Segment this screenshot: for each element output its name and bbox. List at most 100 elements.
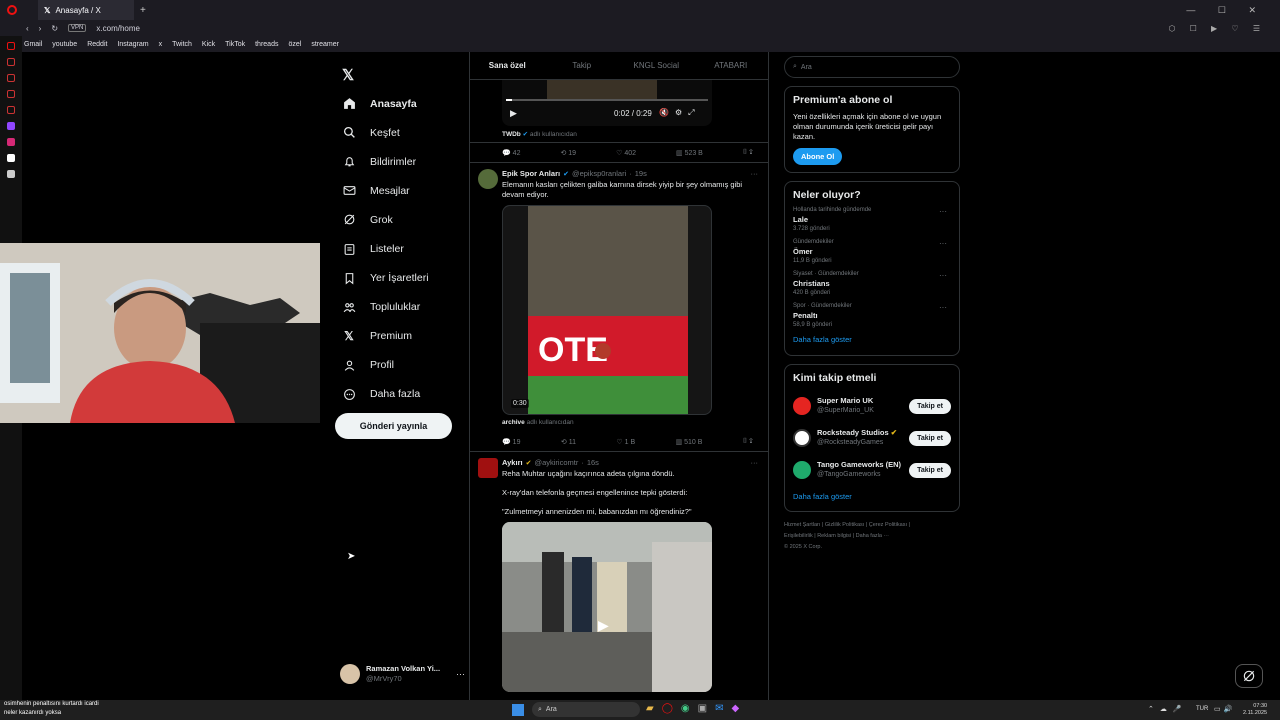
reply-button[interactable]: 💬 19 [502,438,520,446]
sidebar-messenger-icon[interactable] [7,58,15,66]
subscribe-button[interactable]: Abone Ol [793,148,843,165]
account-switcher[interactable]: Ramazan Volkan Yi... @MrVry70 ··· [340,662,465,686]
nav-item-grok[interactable]: Grok [336,205,466,234]
like-button[interactable]: ♡ 1 B [616,438,635,446]
more-icon[interactable]: ··· [751,458,759,467]
post-time[interactable]: 19s [635,169,647,178]
nav-item-profile[interactable]: Profil [336,351,466,380]
url-field[interactable]: x.com/home [96,24,140,33]
vpn-badge[interactable]: VPN [68,24,87,32]
nav-item-notifications[interactable]: Bildirimler [336,147,466,176]
window-controls[interactable]: — ☐ ✕ [1186,5,1266,16]
bookmark-folder-ozel[interactable]: özel [288,41,301,48]
tab-atabari[interactable]: ATABARI [694,61,769,70]
tray-icons[interactable]: ⌃☁🎤 [1148,705,1188,713]
bookmark-twitch[interactable]: Twitch [172,41,192,48]
bookmark-threads[interactable]: threads [255,41,278,48]
sidebar-x-icon[interactable] [7,170,15,178]
trend-item[interactable]: Gündemdekiler Ömer 11,9 B gönderi ··· [793,239,951,264]
nav-item-premium[interactable]: 𝕏 Premium [336,322,466,351]
nav-item-communities[interactable]: Topluluklar [336,293,466,322]
more-icon[interactable]: ··· [939,207,947,216]
bookmark-folder-streamer[interactable]: streamer [311,41,339,48]
bookmark-kick[interactable]: Kick [202,41,215,48]
repost-button[interactable]: ⟲ 11 [561,438,576,446]
new-tab-icon[interactable]: + [140,5,146,16]
taskbar-search[interactable]: ⌕ Ara [532,702,640,717]
x-logo-icon[interactable]: 𝕏 [336,60,466,89]
bookmark-x[interactable]: x [159,41,163,48]
trend-item[interactable]: Spor · Gündemdekiler Penaltı 58,9 B gönder… [793,303,951,328]
input-language[interactable]: TUR [1196,706,1208,712]
post-button[interactable]: Gönderi yayınla [335,413,452,439]
sidebar-telegram-icon[interactable] [7,90,15,98]
tab-for-you[interactable]: Sana özel [470,61,545,70]
post-video[interactable]: ▶ [502,522,712,692]
avatar[interactable] [478,458,498,478]
reply-button[interactable]: 💬 42 [502,149,520,157]
extensions-icons[interactable]: ⬡ ☐ ▶ ♡ ☰ [1168,24,1266,33]
more-icon[interactable]: ··· [939,271,947,280]
more-icon[interactable]: ··· [939,239,947,248]
nav-item-lists[interactable]: Listeler [336,234,466,263]
play-icon[interactable]: ▶ [510,108,517,119]
trend-item[interactable]: Siyaset · Gündemdekiler Christians 420 B g… [793,271,951,296]
bookmark-share-icons[interactable]: ⌷ ⇪ [743,438,753,446]
views-count[interactable]: ▥ 523 B [676,149,703,157]
nav-item-bookmarks[interactable]: Yer İşaretleri [336,264,466,293]
show-more-link[interactable]: Daha fazla göster [793,492,951,501]
more-icon[interactable]: ··· [751,169,759,178]
forward-icon[interactable]: › [39,24,42,33]
more-icon[interactable]: ··· [456,669,465,679]
more-icon[interactable]: ··· [939,303,947,312]
follow-button[interactable]: Takip et [909,430,951,446]
play-icon[interactable]: ▶ [598,617,609,634]
post-author-name[interactable]: Epik Spor Anları [502,169,560,178]
post-author-handle[interactable]: @aykiricomtr [534,458,578,467]
follow-suggestion[interactable]: Tango Gameworks (EN) @TangoGameworks Taki… [793,454,951,486]
tray-status-icons[interactable]: ▭🔊 [1214,705,1235,713]
sidebar-music-icon[interactable] [7,106,15,114]
bookmark-gmail[interactable]: Gmail [24,41,42,48]
post-author-handle[interactable]: @epiksp0ranlari [572,169,626,178]
tab-kngl-social[interactable]: KNGL Social [619,61,694,70]
video-controls-icons[interactable]: 🔇⚙⤢ [659,108,701,118]
repost-button[interactable]: ⟲ 19 [560,149,576,157]
post-video[interactable]: OTE 0:30 [502,205,712,415]
clock[interactable]: 07:30 2.11.2025 [1243,703,1267,717]
follow-button[interactable]: Takip et [909,398,951,414]
nav-item-messages[interactable]: Mesajlar [336,176,466,205]
video-progress-bar[interactable] [506,99,708,101]
sidebar-tiktok-icon[interactable] [7,154,15,162]
trend-item[interactable]: Hollanda tarihinde gündemde Lale 3.728 gön… [793,207,951,232]
bookmark-instagram[interactable]: Instagram [117,41,148,48]
post-author-name[interactable]: Aykırı [502,458,523,467]
follow-suggestion[interactable]: Rocksteady Studios ✔ @RocksteadyGames Tak… [793,422,951,454]
post-epik-spor[interactable]: Epik Spor Anları ✔ @epiksp0ranlari · 19s… [470,163,768,432]
bookmark-tiktok[interactable]: TikTok [225,41,245,48]
tab-following[interactable]: Takip [545,61,620,70]
like-button[interactable]: ♡ 402 [616,149,636,157]
nav-item-explore[interactable]: Keşfet [336,118,466,147]
sidebar-twitch-icon[interactable] [7,122,15,130]
back-icon[interactable]: ‹ [26,24,29,33]
avatar[interactable] [478,169,498,189]
sidebar-instagram-icon[interactable] [7,138,15,146]
sidebar-home-icon[interactable] [7,42,15,50]
browser-tab-active[interactable]: 𝕏 Anasayfa / X [38,0,134,20]
views-count[interactable]: ▥ 510 B [676,438,703,446]
nav-item-more[interactable]: Daha fazla [336,380,466,409]
nav-item-home[interactable]: Anasayfa [336,89,466,118]
post-time[interactable]: 16s [587,458,599,467]
bookmark-youtube[interactable]: youtube [52,41,77,48]
bookmark-reddit[interactable]: Reddit [87,41,107,48]
post-source[interactable]: TWDb [502,131,521,138]
bookmark-share-icons[interactable]: ⌷ ⇪ [743,149,753,157]
taskbar-app-icons[interactable]: ▰◯◉▣✉◆ [646,703,747,714]
reload-icon[interactable]: ↻ [51,24,58,33]
search-input[interactable]: ⌕ Ara [784,56,960,78]
post-aykiri[interactable]: Aykırı ✔ @aykiricomtr · 16s ··· Reha Muh… [470,452,768,698]
video-player[interactable]: ▶ 0:02 / 0:29 🔇⚙⤢ [502,80,712,126]
opera-logo-icon[interactable] [7,5,17,15]
sidebar-whatsapp-icon[interactable] [7,74,15,82]
